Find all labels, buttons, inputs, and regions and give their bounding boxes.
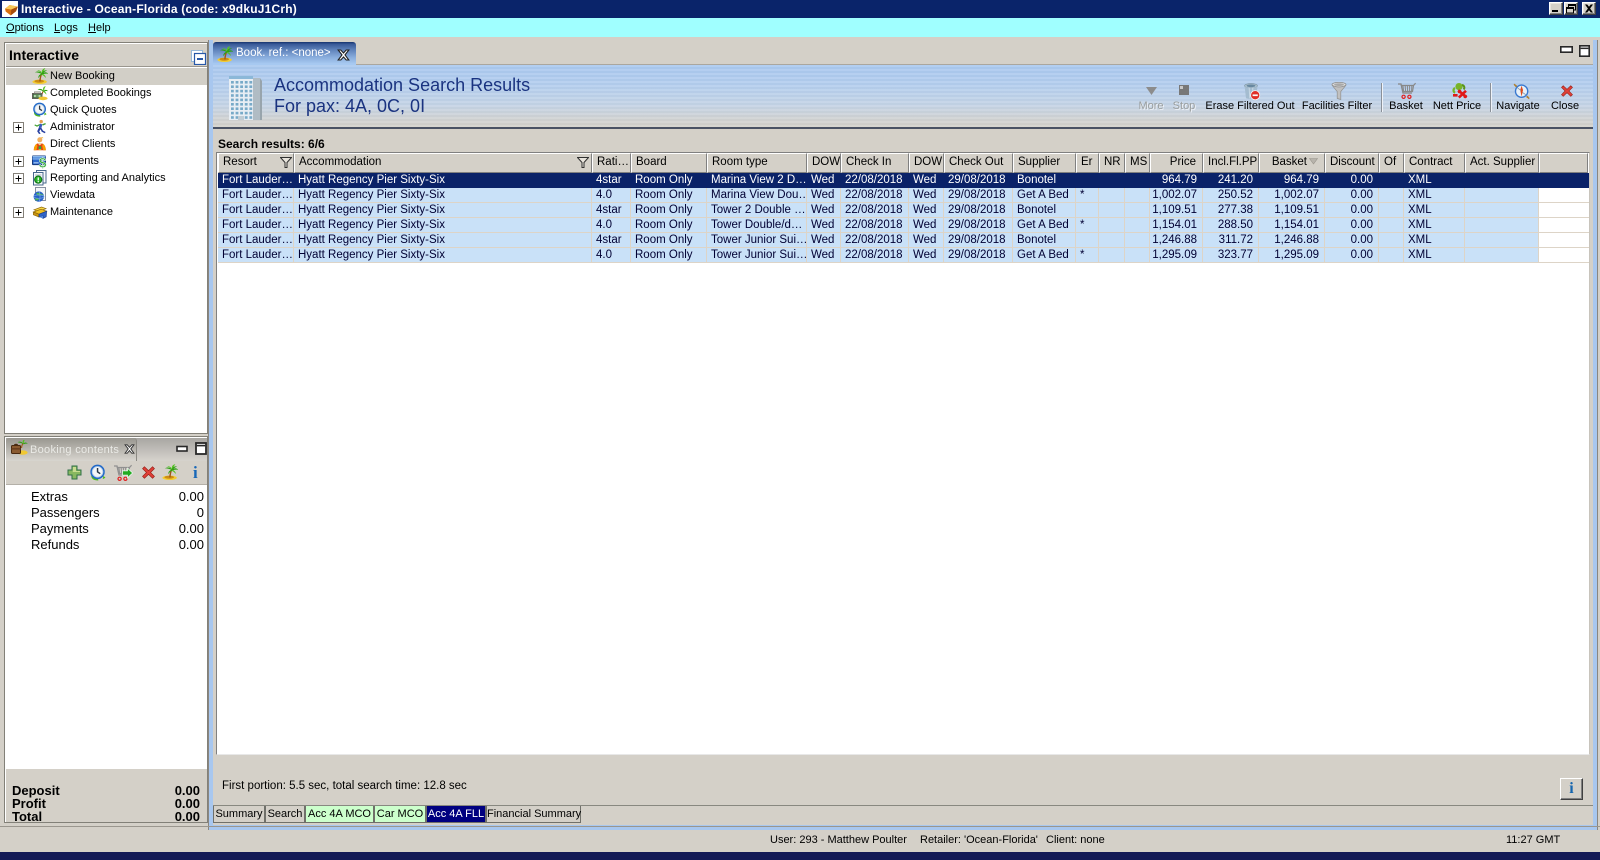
svg-text:$: $ xyxy=(39,156,47,169)
